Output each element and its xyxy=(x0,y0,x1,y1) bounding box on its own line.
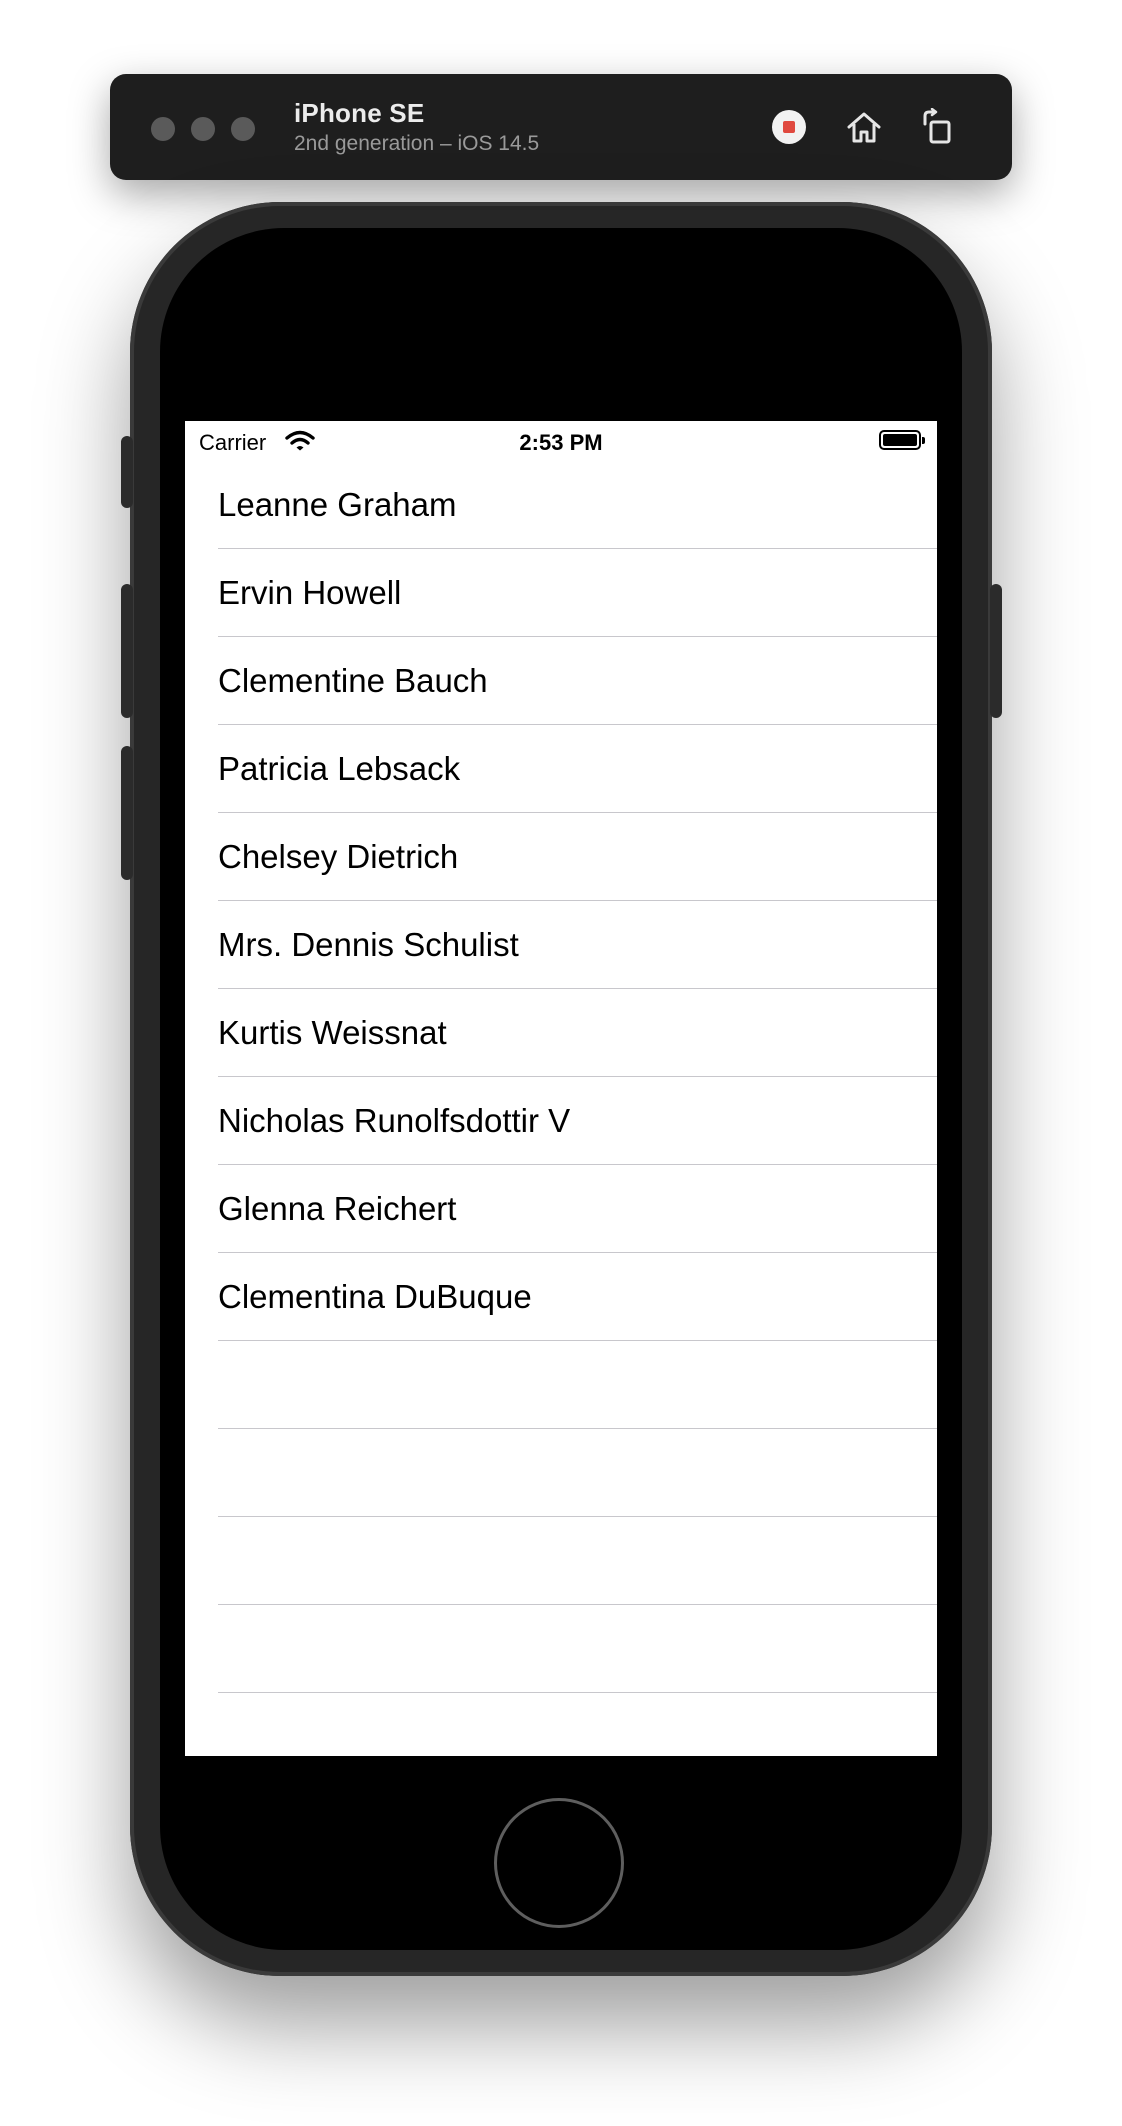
rotate-button[interactable] xyxy=(915,105,959,149)
row-label: Clementina DuBuque xyxy=(218,1278,532,1315)
row-label: Clementine Bauch xyxy=(218,662,488,699)
simulator-toolbar: iPhone SE 2nd generation – iOS 14.5 xyxy=(110,74,1012,180)
device-detail: 2nd generation – iOS 14.5 xyxy=(294,132,540,155)
table-row[interactable]: Patricia Lebsack xyxy=(185,725,937,813)
record-button[interactable] xyxy=(767,105,811,149)
status-time: 2:53 PM xyxy=(519,430,603,455)
status-bar: Carrier 2:53 PM xyxy=(185,421,937,461)
home-icon xyxy=(847,112,881,143)
simulator-window: iPhone SE 2nd generation – iOS 14.5 Carr… xyxy=(0,0,1122,2126)
mute-switch xyxy=(121,436,133,508)
table-row[interactable]: Leanne Graham xyxy=(185,461,937,549)
battery-icon xyxy=(879,430,925,450)
table-row[interactable]: Clementina DuBuque xyxy=(185,1253,937,1341)
row-label: Patricia Lebsack xyxy=(218,750,461,787)
users-table[interactable]: Leanne Graham Ervin Howell Clementine Bauc… xyxy=(185,461,937,1693)
table-row[interactable]: Chelsey Dietrich xyxy=(185,813,937,901)
volume-down-button xyxy=(121,746,133,880)
home-toolbar-button[interactable] xyxy=(842,105,886,149)
device-name: iPhone SE xyxy=(294,98,425,128)
minimize-window-button[interactable] xyxy=(191,117,215,141)
table-row[interactable]: Glenna Reichert xyxy=(185,1165,937,1253)
row-label: Leanne Graham xyxy=(218,486,457,523)
table-row[interactable] xyxy=(185,1341,937,1429)
table-row[interactable]: Ervin Howell xyxy=(185,549,937,637)
table-row[interactable]: Kurtis Weissnat xyxy=(185,989,937,1077)
row-label: Glenna Reichert xyxy=(218,1190,457,1227)
table-row[interactable]: Mrs. Dennis Schulist xyxy=(185,901,937,989)
device-home-button[interactable] xyxy=(494,1798,624,1928)
row-label: Nicholas Runolfsdottir V xyxy=(218,1102,571,1139)
table-row[interactable] xyxy=(185,1517,937,1605)
table-row[interactable]: Clementine Bauch xyxy=(185,637,937,725)
table-row[interactable] xyxy=(185,1605,937,1693)
row-label: Mrs. Dennis Schulist xyxy=(218,926,519,963)
power-button xyxy=(990,584,1002,718)
close-window-button[interactable] xyxy=(151,117,175,141)
device-screen: Carrier 2:53 PM Leanne Graham Ervin Howel… xyxy=(185,421,937,1756)
row-label: Chelsey Dietrich xyxy=(218,838,459,875)
zoom-window-button[interactable] xyxy=(231,117,255,141)
row-label: Kurtis Weissnat xyxy=(218,1014,447,1051)
record-stop-icon xyxy=(772,110,806,144)
volume-up-button xyxy=(121,584,133,718)
table-row[interactable] xyxy=(185,1429,937,1517)
table-row[interactable]: Nicholas Runolfsdottir V xyxy=(185,1077,937,1165)
rotate-icon xyxy=(923,108,951,144)
row-label: Ervin Howell xyxy=(218,574,402,611)
